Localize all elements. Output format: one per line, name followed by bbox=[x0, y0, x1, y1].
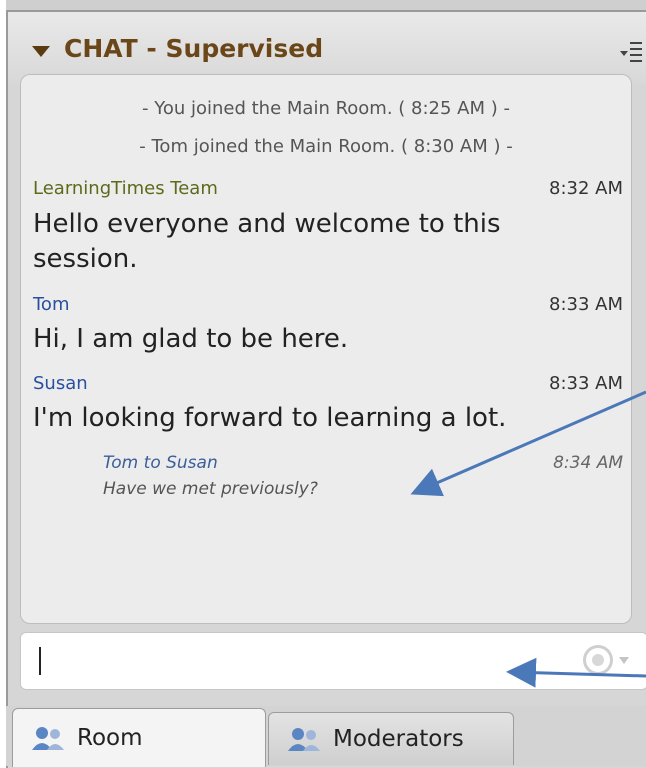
message-time: 8:33 AM bbox=[549, 373, 623, 394]
private-message-time: 8:34 AM bbox=[553, 453, 623, 473]
message-sender: Susan bbox=[33, 373, 88, 394]
message-sender: Tom bbox=[33, 294, 70, 315]
message-time: 8:32 AM bbox=[549, 178, 623, 199]
chat-title: CHAT - Supervised bbox=[64, 34, 324, 63]
message-sender: LearningTimes Team bbox=[33, 178, 218, 199]
message-text: Hi, I am glad to be here. bbox=[33, 324, 349, 354]
people-icon bbox=[32, 727, 64, 750]
text-cursor bbox=[39, 647, 41, 675]
chevron-down-icon[interactable] bbox=[619, 657, 629, 664]
chat-input[interactable] bbox=[20, 632, 646, 690]
tab-label: Room bbox=[77, 725, 143, 751]
message-text: session. bbox=[33, 244, 138, 274]
people-icon bbox=[288, 728, 320, 751]
list-menu-icon[interactable] bbox=[620, 38, 644, 64]
tab-moderators[interactable]: Moderators bbox=[268, 712, 514, 765]
message-time: 8:33 AM bbox=[549, 294, 623, 315]
message-text: I'm looking forward to learning a lot. bbox=[33, 403, 507, 433]
system-message: - You joined the Main Room. ( 8:25 AM ) … bbox=[142, 98, 510, 119]
tab-label: Moderators bbox=[333, 726, 464, 752]
chat-history[interactable]: - You joined the Main Room. ( 8:25 AM ) … bbox=[20, 74, 632, 624]
private-message-header: Tom to Susan bbox=[103, 453, 218, 473]
system-message: - Tom joined the Main Room. ( 8:30 AM ) … bbox=[139, 136, 513, 157]
caret-down-icon[interactable] bbox=[32, 46, 50, 57]
private-message-text: Have we met previously? bbox=[103, 479, 318, 499]
message-text: Hello everyone and welcome to this bbox=[33, 209, 501, 239]
smiley-icon[interactable] bbox=[583, 645, 613, 675]
tab-room[interactable]: Room bbox=[12, 708, 266, 767]
tab-bar: Room Moderators bbox=[6, 706, 646, 767]
